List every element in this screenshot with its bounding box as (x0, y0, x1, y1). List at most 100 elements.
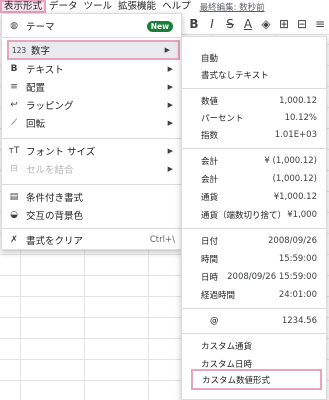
format-example: ¥1,000 (287, 210, 317, 220)
number-format-automatic[interactable]: 自動 (182, 49, 326, 67)
menu-item-label: 回転 (26, 119, 46, 130)
submenu-arrow-icon: ▶ (164, 46, 170, 54)
menu-item-label: 数字 (31, 46, 51, 57)
menu-item-label: 配置 (26, 83, 46, 94)
format-label: カスタム通貨 (201, 342, 253, 352)
format-label: 会計 (201, 157, 219, 167)
number-format-accounting[interactable]: 会計 ¥ (1,000.12) (182, 152, 326, 170)
number-format-financial[interactable]: 会計 (1,000.12) (182, 170, 326, 188)
format-example: 2008/09/26 (268, 236, 317, 246)
menu-item-number[interactable]: 123 数字 ▶ (7, 40, 180, 60)
menu-item-label: 条件付き書式 (26, 193, 84, 204)
format-label: 通貨（端数切り捨て） (201, 211, 287, 221)
submenu-arrow-icon: ▶ (167, 83, 173, 91)
format-label: 時間 (201, 255, 219, 265)
menu-item-label: テキスト (26, 65, 64, 76)
menu-bar: 表示形式 データ ツール 拡張機能 ヘルプ 最終編集: 数秒前 (0, 0, 329, 13)
format-label: 会計 (201, 175, 219, 185)
strikethrough-icon[interactable]: S (222, 16, 238, 32)
menu-divider (182, 88, 326, 89)
menu-item-label: ラッピング (26, 101, 74, 112)
submenu-arrow-icon: ▶ (167, 65, 173, 73)
submenu-arrow-icon: ▶ (167, 165, 173, 173)
format-example: 1.01E+03 (274, 130, 317, 140)
menu-divider (2, 37, 181, 38)
format-example: 10.12% (284, 113, 317, 123)
menu-extensions[interactable]: 拡張機能 (115, 1, 159, 13)
shortcut-label: Ctrl+\ (149, 235, 175, 245)
menu-item-label: フォント サイズ (26, 147, 96, 158)
format-label: パーセント (201, 114, 244, 124)
submenu-arrow-icon: ▶ (167, 147, 173, 155)
menu-item-alignment[interactable]: ≡ 配置 ▶ (2, 78, 181, 96)
italic-icon[interactable]: I (204, 16, 220, 32)
menu-divider (182, 228, 326, 229)
menu-item-theme[interactable]: ◍ テーマ New (2, 17, 181, 35)
text-color-icon[interactable]: A (240, 16, 256, 32)
merge-icon: ⊟ (10, 164, 18, 174)
menu-help[interactable]: ヘルプ (159, 1, 194, 13)
menu-item-font-size[interactable]: тT フォント サイズ ▶ (2, 142, 181, 160)
menu-format[interactable]: 表示形式 (0, 0, 47, 13)
menu-divider (182, 308, 326, 309)
menu-divider (2, 184, 181, 185)
format-example: 15:59:00 (278, 254, 317, 264)
menu-item-label: セルを結合 (26, 165, 74, 176)
number-format-percent[interactable]: パーセント 10.12% (182, 109, 326, 127)
align-icon[interactable]: ≡ (312, 16, 328, 32)
format-label: カスタム数値形式 (202, 375, 271, 386)
format-label: 通貨 (201, 193, 219, 203)
menu-item-alternating-colors[interactable]: ◒ 交互の背景色 (2, 206, 181, 224)
format-label: @ (210, 316, 219, 326)
clear-format-icon: ✗ (10, 235, 18, 245)
format-label: 経過時間 (201, 291, 236, 301)
menu-tools[interactable]: ツール (81, 1, 116, 13)
wrap-icon: ↩ (10, 100, 18, 110)
menu-divider (2, 138, 181, 139)
format-menu: ◍ テーマ New 123 数字 ▶ B テキスト ▶ ≡ 配置 ▶ ↩ ラッピ… (1, 13, 182, 250)
number-format-custom-currency[interactable]: カスタム通貨 (182, 337, 326, 355)
number-format-datetime[interactable]: 日時 2008/09/26 15:59:00 (182, 268, 326, 286)
menu-item-label: テーマ (26, 22, 55, 33)
number-format-number[interactable]: 数値 1,000.12 (182, 92, 326, 110)
submenu-arrow-icon: ▶ (167, 101, 173, 109)
menu-item-text[interactable]: B テキスト ▶ (2, 60, 181, 78)
number-format-scientific[interactable]: 指数 1.01E+03 (182, 126, 326, 144)
menu-divider (2, 228, 181, 229)
format-example: 1,000.12 (279, 96, 317, 106)
number-format-duration[interactable]: 経過時間 24:01:00 (182, 286, 326, 304)
menu-item-wrapping[interactable]: ↩ ラッピング ▶ (2, 96, 181, 114)
number-format-submenu: 自動 書式なしテキスト 数値 1,000.12 パーセント 10.12% 指数 … (181, 36, 327, 400)
number-format-currency-rounded[interactable]: 通貨（端数切り捨て） ¥1,000 (182, 206, 326, 224)
format-label: 日付 (201, 237, 219, 247)
menu-divider (182, 333, 326, 334)
number-format-date[interactable]: 日付 2008/09/26 (182, 232, 326, 250)
conditional-format-icon: ▤ (9, 192, 19, 202)
format-example: 1234.56 (281, 316, 317, 326)
format-label: 日時 (201, 273, 219, 283)
bold-icon[interactable]: B (186, 16, 202, 32)
fill-color-icon[interactable]: ◈ (258, 16, 274, 32)
number-format-plain-text[interactable]: 書式なしテキスト (182, 66, 326, 84)
number-format-time[interactable]: 時間 15:59:00 (182, 250, 326, 268)
number-format-currency[interactable]: 通貨 ¥1,000.12 (182, 188, 326, 206)
submenu-arrow-icon: ▶ (167, 119, 173, 127)
menu-item-conditional-format[interactable]: ▤ 条件付き書式 (2, 188, 181, 206)
last-edit-link[interactable]: 最終編集: 数秒前 (200, 1, 265, 13)
number-format-text-at[interactable]: @ 1234.56 (182, 312, 326, 330)
format-example: ¥1,000.12 (273, 192, 317, 202)
format-example: ¥ (1,000.12) (264, 156, 317, 166)
menu-data[interactable]: データ (46, 1, 81, 13)
alternating-colors-icon: ◒ (10, 210, 18, 220)
new-badge: New (146, 20, 173, 32)
menu-item-merge-cells[interactable]: ⊟ セルを結合 ▶ (2, 160, 181, 178)
borders-icon[interactable]: ⊞ (276, 16, 292, 32)
menu-divider (182, 148, 326, 149)
menu-item-clear-format[interactable]: ✗ 書式をクリア Ctrl+\ (2, 231, 181, 249)
align-icon: ≡ (10, 82, 18, 92)
merge-cells-icon[interactable]: ⊟ (294, 16, 310, 32)
format-example: 24:01:00 (278, 290, 317, 300)
format-label: 指数 (201, 131, 219, 141)
number-format-custom-number[interactable]: カスタム数値形式 (191, 369, 322, 390)
menu-item-rotation[interactable]: ⟋ 回転 ▶ (2, 114, 181, 132)
